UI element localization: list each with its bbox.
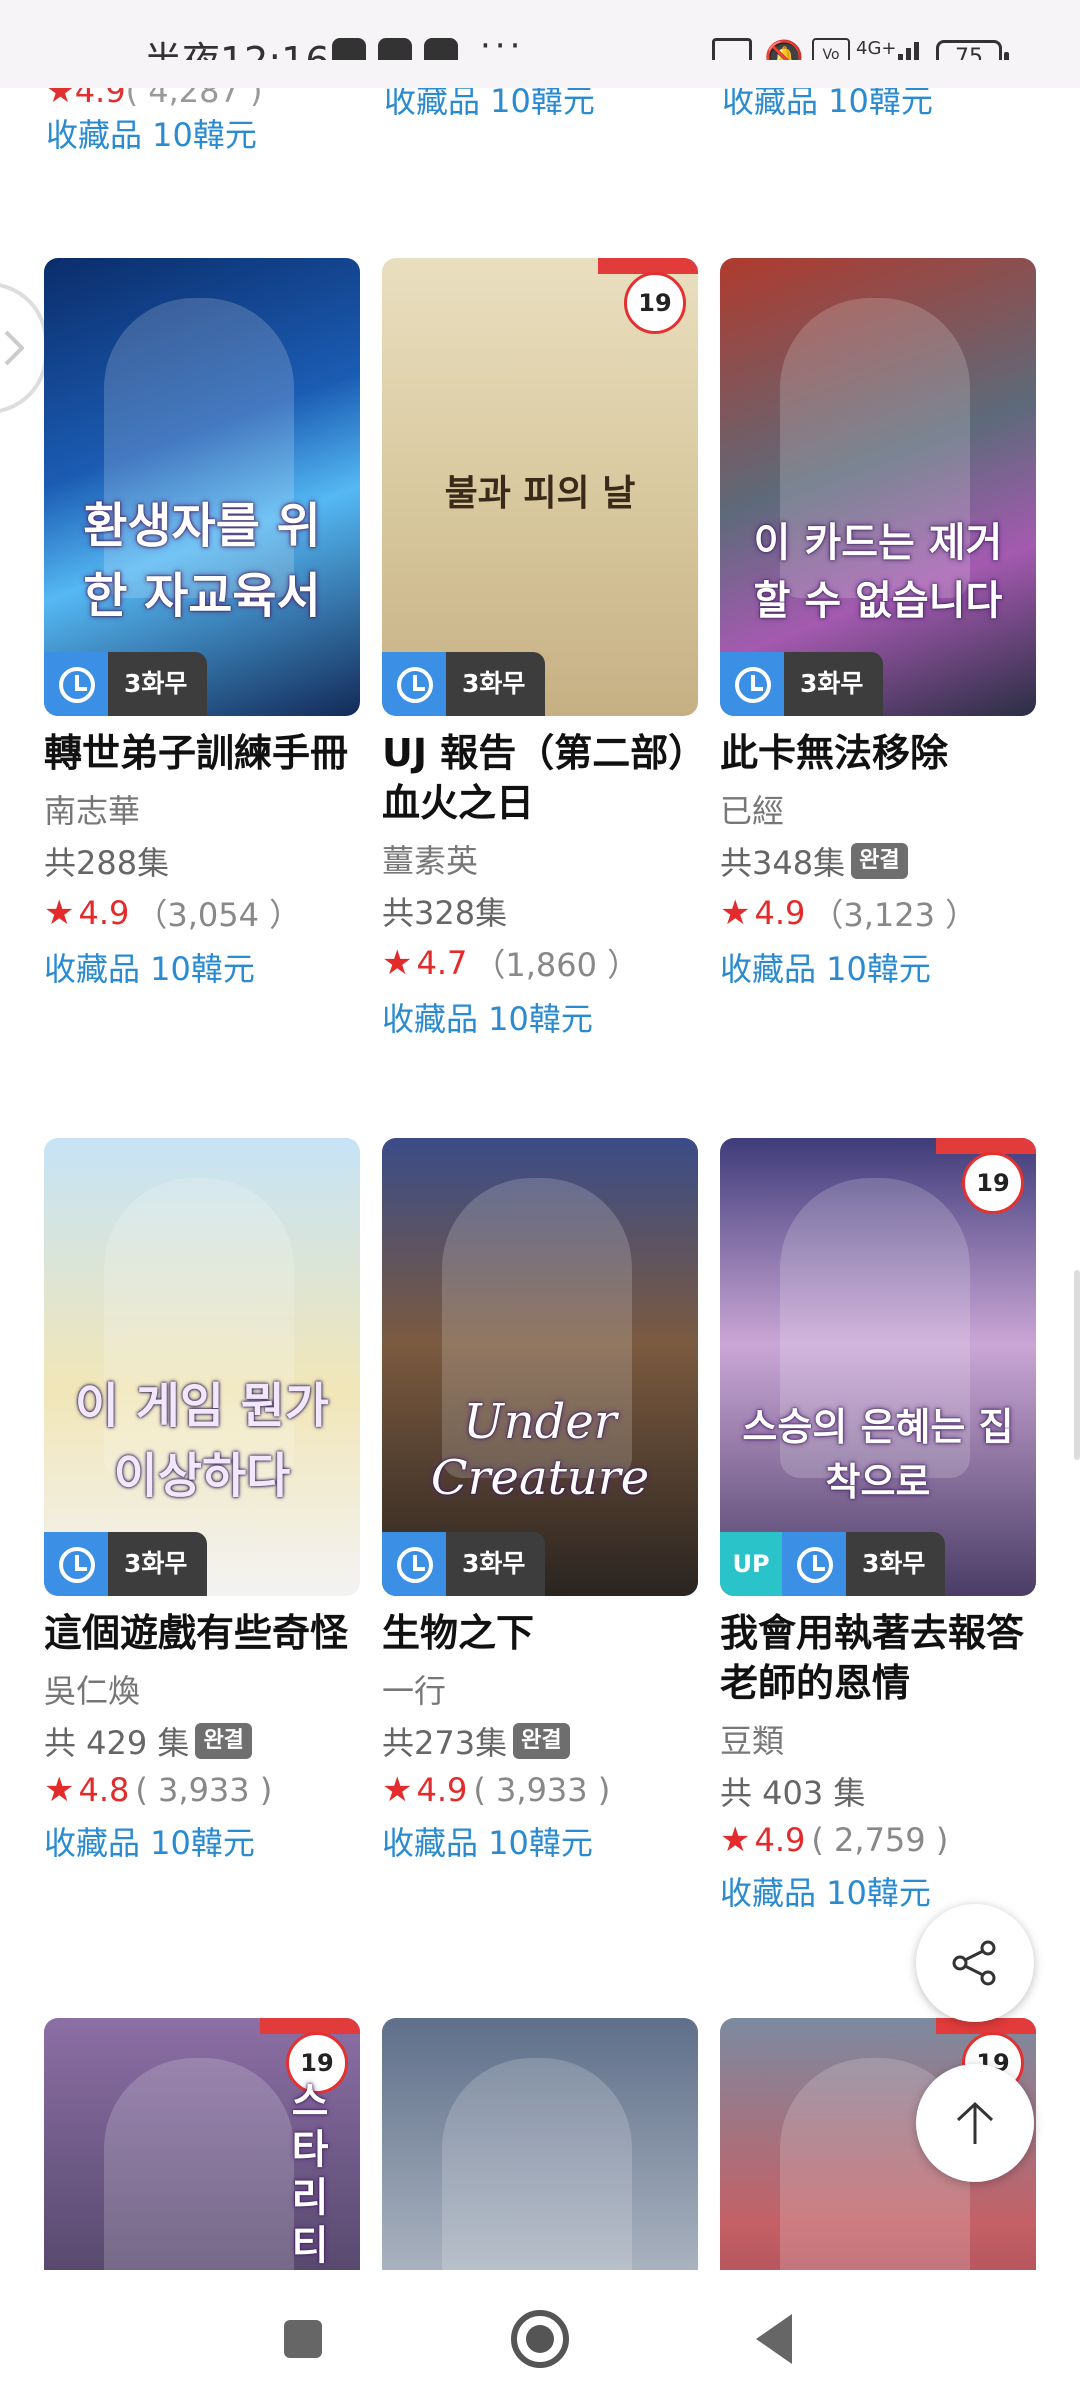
comic-card[interactable]: 이 게임 뭔가 이상하다 3화무 這個遊戲有些奇怪 吳仁煥 共 429 集 완결 …	[44, 1138, 360, 1864]
star-icon: ★	[720, 893, 751, 933]
comic-title[interactable]: 這個遊戲有些奇怪	[44, 1608, 360, 1658]
chevron-right-icon	[4, 330, 24, 366]
cover-title-art: 스승의 은혜는 집착으로	[742, 1405, 1014, 1504]
star-icon: ★	[44, 893, 75, 933]
episode-badge: UP 3화무	[720, 1532, 946, 1596]
episode-count: 共273集 완결	[382, 1718, 698, 1764]
partial-item-1[interactable]: ★4.9( 4,287 ) 收藏品 10韓元	[46, 72, 263, 156]
episode-count: 共 403 集	[720, 1774, 866, 1812]
star-icon: ★	[382, 1770, 413, 1810]
cover-title-art: 이 카드는 제거할 수 없습니다	[753, 520, 1003, 624]
comic-cover[interactable]: 19 스승의 은혜는 집착으로 UP 3화무	[720, 1138, 1036, 1596]
rating: ★ 4.9( 2,759 )	[720, 1820, 949, 1860]
episode-badge: 3화무	[382, 652, 546, 716]
comic-cover[interactable]: 이 게임 뭔가 이상하다 3화무	[44, 1138, 360, 1596]
cover-title-art: 불과 피의 날	[444, 473, 636, 514]
scrollbar[interactable]	[1074, 1270, 1080, 1460]
comic-card[interactable]: 19 스승의 은혜는 집착으로 UP 3화무 我會用執著去報答老師的恩情 豆類 …	[720, 1138, 1036, 1914]
clock-icon	[382, 1532, 446, 1596]
price-label: 收藏品 10韓元	[44, 950, 255, 988]
age-19-badge: 19	[624, 272, 686, 334]
comic-author: 吳仁煥	[44, 1672, 141, 1710]
rating: ★ 4.9( 3,933 )	[382, 1770, 611, 1810]
star-icon: ★	[382, 943, 413, 983]
square-icon	[284, 2320, 322, 2358]
comic-cover[interactable]	[382, 2018, 698, 2270]
rating: ★ 4.9 （3,054 ）	[44, 893, 302, 934]
comic-card[interactable]: 19 스타리티자	[44, 2018, 360, 2270]
comic-cover[interactable]: 19 스타리티자	[44, 2018, 360, 2270]
scroll-to-top-button[interactable]	[916, 2064, 1034, 2182]
side-drawer-handle[interactable]	[0, 282, 48, 414]
completed-badge: 완결	[513, 1723, 570, 1759]
arrow-up-icon	[956, 2101, 994, 2144]
rating: ★ 4.9 （3,123 ）	[720, 893, 978, 934]
clock-icon	[382, 652, 446, 716]
clock-icon	[782, 1532, 846, 1596]
cover-art	[104, 2058, 294, 2270]
rating: ★ 4.7 （1,860 ）	[382, 943, 640, 984]
episode-count: 共328集	[382, 894, 508, 932]
price-label: 收藏品 10韓元	[720, 950, 931, 988]
comic-card[interactable]: Under Creature 3화무 生物之下 一行 共273集 완결 ★ 4.9(…	[382, 1138, 698, 1864]
comic-title[interactable]: 此卡無法移除	[720, 728, 1036, 778]
star-icon: ★	[44, 1770, 75, 1810]
comic-card[interactable]: 19 불과 피의 날 3화무 UJ 報告（第二部）血火之日 薑素英 共328集 …	[382, 258, 698, 1040]
back-button[interactable]	[742, 2304, 812, 2374]
comic-author: 一行	[382, 1672, 447, 1710]
comic-title[interactable]: UJ 報告（第二部）血火之日	[382, 728, 698, 828]
comic-author: 薑素英	[382, 842, 479, 880]
recent-apps-button[interactable]	[268, 2304, 338, 2374]
episode-count: 共288集	[44, 844, 170, 882]
cover-art	[442, 2058, 632, 2270]
cover-title-art: 이 게임 뭔가 이상하다	[74, 1378, 330, 1504]
age-19-badge: 19	[962, 1152, 1024, 1214]
cover-title-art: 환생자를 위한 자교육서	[83, 498, 321, 624]
home-circle-icon	[511, 2310, 569, 2368]
episode-count: 共348集 완결	[720, 838, 1036, 884]
back-triangle-icon	[756, 2314, 792, 2364]
episode-badge: 3화무	[720, 652, 884, 716]
comic-cover[interactable]: 환생자를 위한 자교육서 3화무	[44, 258, 360, 716]
share-icon	[952, 1940, 996, 1986]
episode-badge: 3화무	[44, 652, 208, 716]
completed-badge: 완결	[195, 1723, 252, 1759]
star-icon: ★	[720, 1820, 751, 1860]
clock-icon	[44, 1532, 108, 1596]
comic-card[interactable]: 환생자를 위한 자교육서 3화무 轉世弟子訓練手冊 南志華 共288集 ★ 4.9…	[44, 258, 360, 990]
comic-title[interactable]: 轉世弟子訓練手冊	[44, 728, 360, 778]
comic-title[interactable]: 我會用執著去報答老師的恩情	[720, 1608, 1036, 1708]
rating: ★ 4.8( 3,933 )	[44, 1770, 273, 1810]
price-label: 收藏品 10韓元	[382, 1824, 593, 1862]
comic-author: 已經	[720, 792, 785, 830]
price-label: 收藏品 10韓元	[382, 1000, 593, 1038]
comic-author: 豆類	[720, 1722, 785, 1760]
completed-badge: 완결	[851, 843, 908, 879]
price-label: 收藏品 10韓元	[44, 1824, 255, 1862]
share-button[interactable]	[916, 1904, 1034, 2022]
comic-cover[interactable]: Under Creature 3화무	[382, 1138, 698, 1596]
home-button[interactable]	[505, 2304, 575, 2374]
system-navigation-bar	[0, 2270, 1080, 2400]
clock-icon	[720, 652, 784, 716]
up-badge: UP	[720, 1532, 782, 1596]
comic-author: 南志華	[44, 792, 141, 830]
comic-card[interactable]: 이 카드는 제거할 수 없습니다 3화무 此卡無法移除 已經 共348集 완결 ★…	[720, 258, 1036, 990]
comic-cover[interactable]: 이 카드는 제거할 수 없습니다 3화무	[720, 258, 1036, 716]
cover-title-art: Under Creature	[430, 1394, 650, 1506]
episode-badge: 3화무	[382, 1532, 546, 1596]
price-label: 收藏品 10韓元	[46, 116, 257, 154]
clock-icon	[44, 652, 108, 716]
cover-title-art: 스타리티자	[291, 2079, 329, 2269]
comic-card[interactable]	[382, 2018, 698, 2270]
episode-badge: 3화무	[44, 1532, 208, 1596]
comic-cover[interactable]: 19 불과 피의 날 3화무	[382, 258, 698, 716]
comic-title[interactable]: 生物之下	[382, 1608, 698, 1658]
episode-count: 共 429 集 완결	[44, 1718, 360, 1764]
